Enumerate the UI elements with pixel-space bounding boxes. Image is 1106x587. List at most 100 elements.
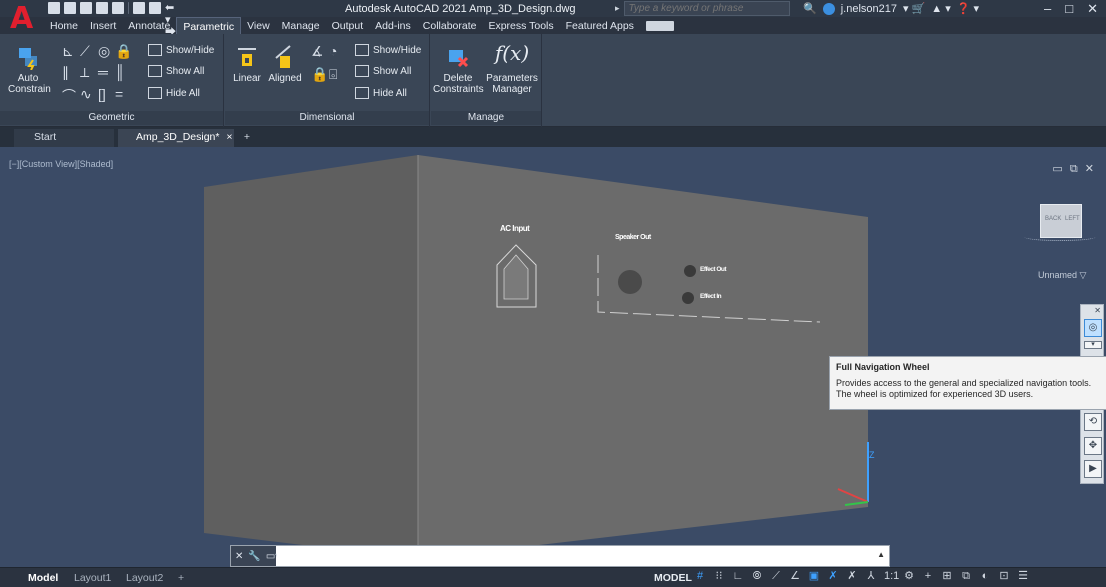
plot-icon[interactable] — [133, 2, 145, 14]
tab-layout2[interactable]: Layout2 — [126, 570, 163, 586]
customization-menu-icon[interactable]: ☰ — [1017, 570, 1029, 583]
grid-icon[interactable]: # — [694, 570, 706, 583]
cart-icon[interactable]: ▾ 🛒 — [903, 2, 925, 15]
new-tab-button[interactable]: + — [238, 129, 256, 147]
isodraft-icon[interactable]: ⟋ — [770, 570, 782, 583]
units-icon[interactable]: ⊞ — [941, 570, 953, 583]
linear-button[interactable]: Linear — [231, 44, 263, 84]
tab-express-tools[interactable]: Express Tools — [482, 17, 559, 34]
user-name[interactable]: j.nelson217 — [841, 3, 897, 15]
horizontal-icon[interactable]: ═ — [98, 64, 108, 80]
customize-wrench-icon[interactable]: 🔧 — [248, 551, 260, 562]
tab-parametric[interactable]: Parametric — [176, 17, 242, 34]
object-snap-icon[interactable]: ▣ — [808, 570, 820, 583]
scale-label[interactable]: 1:1 — [884, 570, 899, 583]
collinear-icon[interactable]: ⟋ — [80, 43, 90, 60]
object-snap-tracking-icon[interactable]: ∠ — [789, 570, 801, 583]
add-layout-button[interactable]: + — [178, 570, 184, 586]
tab-model[interactable]: Model — [28, 570, 58, 586]
convert-icon[interactable]: ⌻ — [329, 66, 337, 83]
radius-icon[interactable]: ◔ — [329, 43, 337, 59]
tab-home[interactable]: Home — [44, 17, 84, 34]
showmotion-icon[interactable]: ▶ — [1084, 460, 1102, 478]
search-input[interactable] — [623, 1, 790, 16]
annotation-scale-icon[interactable]: ⅄ — [865, 570, 877, 583]
vertical-icon[interactable]: ║ — [115, 64, 125, 80]
symmetric-icon[interactable]: [] — [98, 86, 106, 102]
snap-icon[interactable]: ⁝⁝ — [713, 570, 725, 583]
wheel-dropdown-icon[interactable]: ▾ — [1084, 341, 1102, 349]
viewcube-back-face[interactable]: BACK — [1045, 216, 1061, 222]
delete-constraints-button[interactable]: Delete Constraints — [433, 44, 484, 95]
angular-icon[interactable]: ∡ — [311, 43, 324, 60]
tab-annotate[interactable]: Annotate — [122, 17, 176, 34]
ribbon-minimize-toggle-icon[interactable] — [645, 21, 674, 31]
ucs-menu[interactable]: Unnamed ▽ — [1038, 270, 1086, 281]
fix-lock-icon[interactable]: 🔒 — [115, 43, 132, 60]
close-icon[interactable]: ✕ — [1087, 1, 1098, 17]
tab-start[interactable]: Start — [14, 129, 114, 147]
geometric-show-all-button[interactable]: Show All — [148, 65, 204, 77]
amp-3d-model[interactable] — [204, 155, 869, 559]
open-file-icon[interactable] — [64, 2, 76, 14]
tab-featured-apps[interactable]: Featured Apps — [560, 17, 640, 34]
help-icon[interactable]: ❓ ▾ — [957, 2, 979, 15]
clean-screen-icon[interactable]: ⊡ — [998, 570, 1010, 583]
diameter-lock-icon[interactable]: 🔒 — [311, 66, 328, 83]
perpendicular-icon[interactable]: ⟂ — [80, 64, 89, 81]
tab-insert[interactable]: Insert — [84, 17, 122, 34]
geometric-hide-all-button[interactable]: Hide All — [148, 87, 200, 99]
tab-manage[interactable]: Manage — [276, 17, 326, 34]
close-tab-icon[interactable]: × — [226, 131, 232, 143]
equal-icon[interactable]: = — [115, 86, 123, 102]
geometric-panel-title[interactable]: Geometric — [0, 111, 223, 125]
viewcube-left-face[interactable]: LEFT — [1065, 216, 1080, 222]
orbit-icon[interactable]: ⟲ — [1084, 413, 1102, 431]
navbar-close-icon[interactable]: ✕ — [1094, 306, 1101, 315]
model-space-toggle[interactable]: MODEL — [654, 572, 692, 584]
autocad-logo-icon[interactable]: A — [10, 3, 38, 37]
tab-amp-3d-design[interactable]: Amp_3D_Design* × — [118, 129, 234, 147]
undo-redo-icon[interactable]: ⬅ ▾ ⮕ ▾ ▾ — [165, 2, 181, 50]
search-icon[interactable]: 🔍 — [803, 2, 817, 15]
quick-properties-icon[interactable]: ⧉ — [960, 570, 972, 583]
polar-icon[interactable]: ⦾ — [751, 570, 763, 583]
geometric-show-hide-button[interactable]: Show/Hide — [148, 44, 214, 56]
minimize-icon[interactable]: – — [1044, 1, 1051, 17]
web-mobile-open-icon[interactable] — [112, 2, 124, 14]
dimensional-show-all-button[interactable]: Show All — [355, 65, 411, 77]
aligned-button[interactable]: Aligned — [267, 44, 303, 84]
search-expand-icon[interactable]: ▸ — [615, 3, 620, 14]
command-input[interactable] — [277, 546, 877, 566]
dimensional-panel-title[interactable]: Dimensional — [225, 111, 429, 125]
viewcube-compass[interactable] — [1024, 233, 1096, 241]
tab-output[interactable]: Output — [326, 17, 370, 34]
save-as-icon[interactable] — [96, 2, 108, 14]
smooth-icon[interactable]: ∿ — [80, 86, 92, 103]
command-history-icon[interactable]: ▲ — [877, 550, 885, 559]
annotation-monitor-icon[interactable]: + — [922, 570, 934, 583]
dimensional-show-hide-button[interactable]: Show/Hide — [355, 44, 421, 56]
maximize-icon[interactable]: □ — [1065, 1, 1073, 17]
autodesk-account-icon[interactable]: ▲ ▾ — [931, 2, 950, 15]
auto-scale-icon[interactable]: ✗ — [846, 570, 858, 583]
print-icon[interactable] — [149, 2, 161, 14]
auto-constrain-button[interactable]: Auto Constrain — [8, 44, 51, 95]
user-icon[interactable] — [822, 2, 835, 15]
tab-collaborate[interactable]: Collaborate — [417, 17, 483, 34]
full-navigation-wheel-icon[interactable]: ◎ — [1084, 319, 1102, 337]
annotation-visibility-icon[interactable]: ✗ — [827, 570, 839, 583]
drawing-viewport[interactable]: [−][Custom View][Shaded] ▭ ⧉ ✕ AC Input … — [0, 147, 1106, 571]
tab-add-ins[interactable]: Add-ins — [369, 17, 417, 34]
concentric-icon[interactable]: ◎ — [98, 43, 110, 60]
isolate-objects-icon[interactable]: ◐ — [979, 570, 991, 583]
new-file-icon[interactable] — [48, 2, 60, 14]
tab-view[interactable]: View — [241, 17, 276, 34]
parallel-icon[interactable]: ∥ — [62, 64, 69, 81]
tab-layout1[interactable]: Layout1 — [74, 570, 111, 586]
ortho-icon[interactable]: ∟ — [732, 570, 744, 583]
save-icon[interactable] — [80, 2, 92, 14]
pan-icon[interactable]: ✥ — [1084, 437, 1102, 455]
coincident-icon[interactable]: ⊾ — [62, 43, 74, 60]
command-close-icon[interactable]: ✕ — [235, 551, 243, 562]
